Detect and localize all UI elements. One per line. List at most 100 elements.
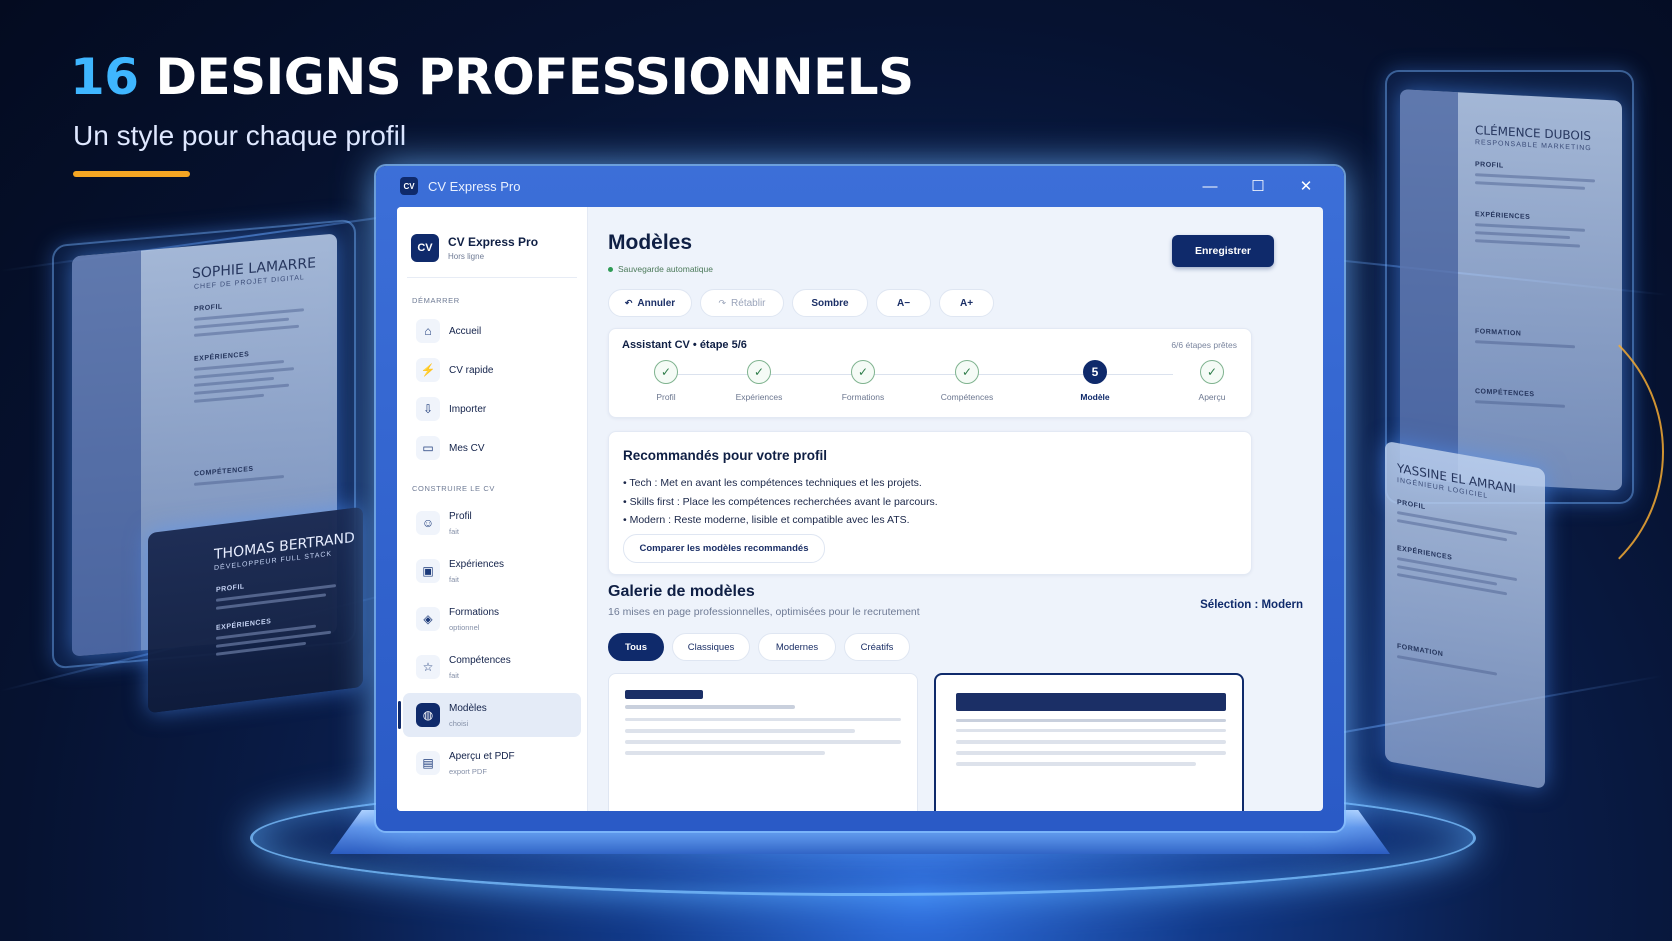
wizard-progress-count: 6/6 étapes prêtes (1171, 340, 1237, 350)
resume-section: COMPÉTENCES (194, 465, 254, 478)
wizard-step-label: Expériences (735, 392, 783, 402)
sidebar-item-accueil[interactable]: ⌂ Accueil (403, 313, 581, 349)
check-icon: ✓ (747, 360, 771, 384)
resume-section: PROFIL (216, 583, 245, 594)
wizard-step-profil[interactable]: ✓ Profil (621, 360, 711, 402)
template-preview-line (625, 718, 901, 721)
template-preview-line (956, 719, 1226, 722)
palette-icon: ◍ (416, 703, 440, 727)
sidebar-item-status: choisi (449, 718, 469, 728)
template-card[interactable] (608, 673, 918, 811)
gallery-filters: Tous Classiques Modernes Créatifs (608, 633, 910, 661)
hero-subtitle: Un style pour chaque profil (73, 120, 407, 151)
sidebar-item-status: export PDF (449, 766, 487, 776)
app-logo-icon: CV (400, 177, 418, 195)
wizard-step-competences[interactable]: ✓ Compétences (922, 360, 1012, 402)
sidebar-item-mes-cv[interactable]: ▭ Mes CV (403, 430, 581, 466)
sidebar-divider (407, 277, 577, 278)
save-button[interactable]: Enregistrer (1172, 235, 1274, 267)
redo-button[interactable]: ↷ Rétablir (700, 289, 784, 317)
sidebar-item-status: optionnel (449, 622, 480, 632)
filter-classiques[interactable]: Classiques (672, 633, 750, 661)
wizard-step-modele[interactable]: 5 Modèle (1050, 360, 1140, 402)
template-preview-line (956, 751, 1226, 755)
sidebar-item-importer[interactable]: ⇩ Importer (403, 391, 581, 427)
page-title: Modèles (608, 231, 693, 254)
brand-name: CV Express Pro (448, 235, 539, 249)
recommended-title: Recommandés pour votre profil (623, 448, 828, 463)
undo-label: Annuler (637, 297, 676, 309)
wizard-step-experiences[interactable]: ✓ Expériences (714, 360, 804, 402)
sidebar-item-cv-rapide[interactable]: ⚡ CV rapide (403, 352, 581, 388)
gallery-subtitle: 16 mises en page professionnelles, optim… (608, 606, 920, 618)
resume-section: EXPÉRIENCES (194, 351, 250, 363)
resume-line (1475, 239, 1580, 248)
sidebar-item-profil[interactable]: ☺ Profil fait (403, 501, 581, 545)
minimize-button[interactable]: — (1186, 166, 1234, 206)
sidebar-item-experiences[interactable]: ▣ Expériences fait (403, 549, 581, 593)
sidebar-item-label: Mes CV (449, 442, 485, 454)
check-icon: ✓ (851, 360, 875, 384)
sidebar-item-status: fait (449, 574, 460, 584)
list-item: • Modern : Reste moderne, lisible et com… (623, 514, 910, 526)
font-smaller-button[interactable]: A− (876, 289, 931, 317)
redo-icon: ↷ (718, 297, 727, 308)
sidebar-item-modeles[interactable]: ◍ Modèles choisi (398, 693, 581, 737)
list-item: • Skills first : Place les compétences r… (623, 495, 938, 508)
import-icon: ⇩ (416, 397, 440, 421)
template-preview-heading (625, 690, 703, 699)
filter-tous[interactable]: Tous (608, 633, 664, 661)
resume-section: PROFIL (194, 303, 223, 313)
sidebar-item-formations[interactable]: ◈ Formations optionnel (403, 597, 581, 641)
filter-creatifs[interactable]: Créatifs (844, 633, 910, 661)
filter-modernes[interactable]: Modernes (758, 633, 836, 661)
wizard-step-label: Profil (656, 392, 676, 402)
brand-logo-icon: CV (411, 234, 439, 262)
graduation-cap-icon: ◈ (416, 607, 440, 631)
wizard-step-formations[interactable]: ✓ Formations (818, 360, 908, 402)
undo-icon: ↶ (624, 297, 633, 308)
compare-templates-button[interactable]: Comparer les modèles recommandés (623, 534, 825, 563)
wizard-step-apercu[interactable]: ✓ Aperçu (1167, 360, 1257, 402)
resume-line (1475, 173, 1595, 183)
app-content: CV CV Express Pro Hors ligne DÉMARRER ⌂ … (397, 207, 1323, 811)
maximize-button[interactable]: ☐ (1234, 166, 1282, 206)
home-icon: ⌂ (416, 319, 440, 343)
sidebar-item-apercu-pdf[interactable]: ▤ Aperçu et PDF export PDF (403, 741, 581, 785)
sidebar-item-label: Aperçu et PDF (449, 750, 515, 762)
folder-icon: ▭ (416, 436, 440, 460)
template-preview-line (956, 729, 1226, 732)
list-item: • Tech : Met en avant les compétences te… (623, 477, 922, 489)
gold-arc (1360, 300, 1664, 604)
connection-status: Hors ligne (448, 252, 485, 261)
edit-toolbar: ↶ Annuler ↷ Rétablir Sombre A− A+ (608, 289, 994, 317)
bolt-icon: ⚡ (416, 358, 440, 382)
check-icon: ✓ (955, 360, 979, 384)
sidebar-item-label: Compétences (449, 654, 511, 666)
gallery-title: Galerie de modèles (608, 583, 755, 600)
resume-line (194, 393, 264, 403)
window-title: CV Express Pro (428, 178, 521, 194)
wizard-card: Assistant CV • étape 5/6 6/6 étapes prêt… (608, 328, 1252, 418)
font-larger-button[interactable]: A+ (939, 289, 994, 317)
autosave-label: Sauvegarde automatique (618, 264, 713, 274)
resume-line (1475, 231, 1570, 240)
check-icon: ✓ (1200, 360, 1224, 384)
sidebar-item-label: Expériences (449, 558, 505, 570)
wizard-step-label: Modèle (1080, 392, 1110, 402)
sidebar-item-status: fait (449, 670, 460, 680)
close-button[interactable]: ✕ (1282, 166, 1330, 206)
template-preview-line (625, 740, 901, 744)
window-titlebar[interactable]: CV CV Express Pro — ☐ ✕ (376, 166, 1344, 206)
undo-button[interactable]: ↶ Annuler (608, 289, 692, 317)
wizard-step-label: Formations (841, 392, 885, 402)
sidebar-item-competences[interactable]: ☆ Compétences fait (403, 645, 581, 689)
status-dot-icon (608, 266, 613, 272)
sidebar-item-status: fait (449, 526, 460, 536)
dark-mode-button[interactable]: Sombre (792, 289, 868, 317)
user-icon: ☺ (416, 511, 440, 535)
resume-line (1397, 655, 1497, 676)
template-card-selected[interactable] (934, 673, 1244, 811)
template-preview-line (956, 740, 1226, 744)
template-preview-line (625, 751, 825, 755)
